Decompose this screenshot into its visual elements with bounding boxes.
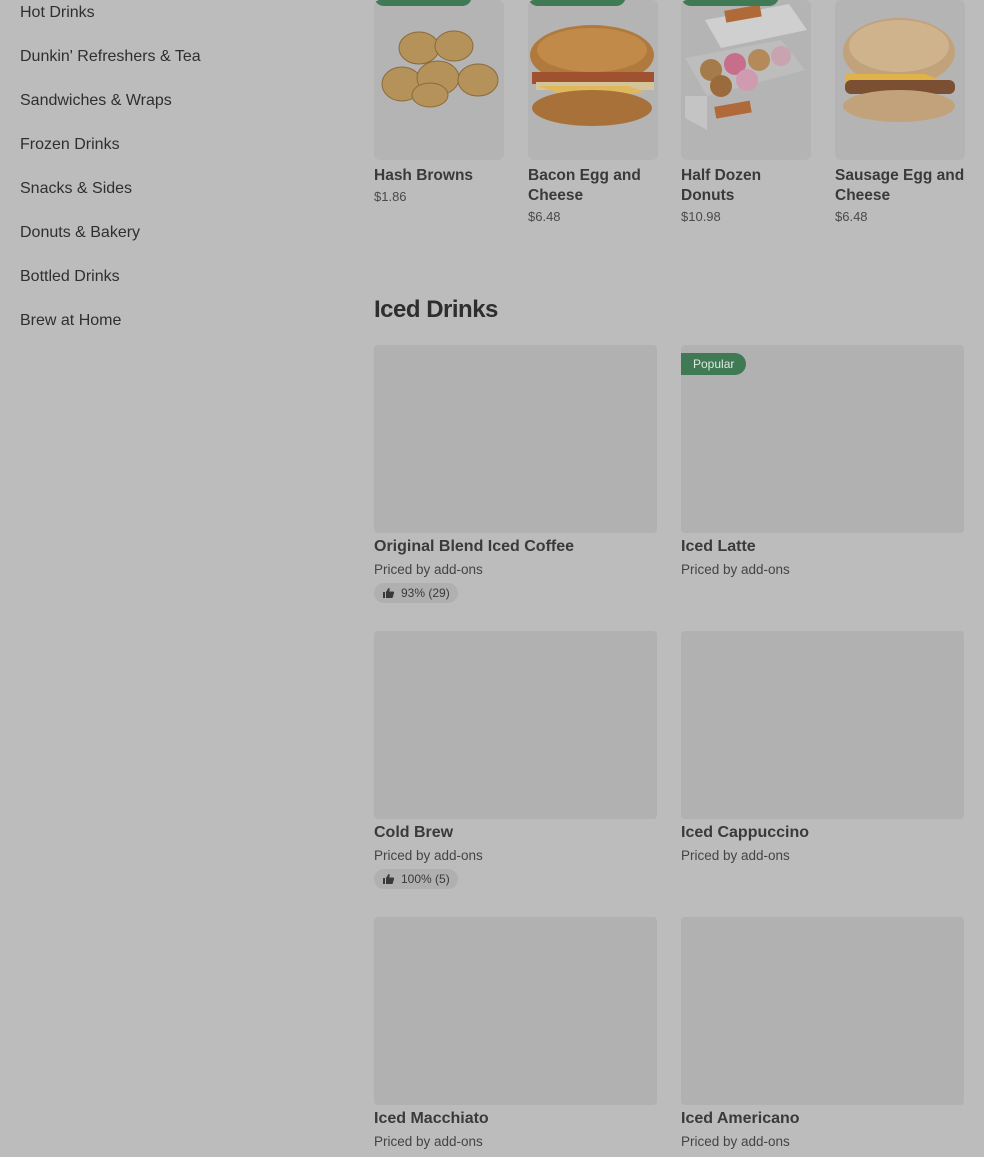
item-price: $10.98 — [681, 209, 721, 224]
featured-item-sausage-egg-cheese[interactable]: Sausage Egg and Cheese $6.48 — [835, 0, 965, 224]
item-name: Iced Americano — [681, 1110, 800, 1127]
donut-box-image — [685, 4, 807, 130]
item-image — [528, 0, 658, 160]
popular-badge: Popular — [681, 353, 747, 375]
sidebar-item-brew-at-home[interactable]: Brew at Home — [20, 312, 121, 330]
menu-item-cold-brew[interactable]: Cold Brew Priced by add-ons 100% (5) — [374, 631, 657, 890]
rating-text: 100% (5) — [401, 872, 450, 886]
item-image — [374, 0, 504, 160]
item-image-placeholder — [681, 917, 964, 1105]
menu-item-original-blend-iced-coffee[interactable]: Original Blend Iced Coffee Priced by add… — [374, 345, 657, 604]
thumbs-up-icon — [383, 588, 395, 598]
item-name: Cold Brew — [374, 824, 454, 841]
menu-item-iced-cappuccino[interactable]: Iced Cappuccino Priced by add-ons — [681, 631, 964, 863]
featured-item-hash-browns[interactable]: Hash Browns $1.86 — [374, 0, 504, 204]
sidebar-item-bottled-drinks[interactable]: Bottled Drinks — [20, 268, 120, 286]
hash-browns-image — [381, 30, 499, 108]
item-name: Iced Cappuccino — [681, 824, 810, 841]
item-price-note: Priced by add-ons — [681, 1134, 790, 1149]
item-price-note: Priced by add-ons — [374, 848, 483, 863]
rating-badge: 93% (29) — [374, 583, 458, 603]
item-name: Half Dozen Donuts — [681, 167, 762, 204]
item-name: Iced Latte — [681, 538, 756, 555]
rating-text: 93% (29) — [401, 586, 450, 600]
item-image — [835, 0, 965, 160]
item-name: Bacon Egg and Cheese — [528, 167, 641, 204]
item-price: $6.48 — [835, 209, 868, 224]
item-image-placeholder — [374, 631, 657, 819]
thumbs-up-icon — [383, 874, 395, 884]
menu-item-iced-macchiato[interactable]: Iced Macchiato Priced by add-ons — [374, 917, 657, 1149]
item-price-note: Priced by add-ons — [374, 562, 483, 577]
item-image — [681, 0, 811, 160]
sidebar-item-sandwiches-wraps[interactable]: Sandwiches & Wraps — [20, 92, 172, 110]
item-price: $6.48 — [528, 209, 561, 224]
item-image-placeholder — [374, 917, 657, 1105]
item-price: $1.86 — [374, 189, 407, 204]
item-name: Original Blend Iced Coffee — [374, 538, 575, 555]
badge — [681, 0, 779, 6]
item-price-note: Priced by add-ons — [681, 848, 790, 863]
menu-item-iced-americano[interactable]: Iced Americano Priced by add-ons — [681, 917, 964, 1149]
menu-item-iced-latte[interactable]: Popular Iced Latte Priced by add-ons — [681, 345, 964, 577]
bagel-sandwich-image — [530, 25, 654, 126]
item-price-note: Priced by add-ons — [374, 1134, 483, 1149]
item-image-placeholder — [681, 631, 964, 819]
sidebar-item-donuts-bakery[interactable]: Donuts & Bakery — [20, 224, 140, 242]
sidebar-item-snacks-sides[interactable]: Snacks & Sides — [20, 180, 132, 198]
badge — [528, 0, 626, 6]
item-image-placeholder: Popular — [681, 345, 964, 533]
featured-item-half-dozen-donuts[interactable]: Half Dozen Donuts $10.98 — [681, 0, 811, 224]
item-name: Hash Browns — [374, 167, 474, 184]
rating-badge: 100% (5) — [374, 869, 458, 889]
badge — [374, 0, 472, 6]
section-title: Iced Drinks — [374, 296, 498, 323]
sidebar-item-frozen-drinks[interactable]: Frozen Drinks — [20, 136, 120, 154]
featured-item-bacon-egg-cheese[interactable]: Bacon Egg and Cheese $6.48 — [528, 0, 658, 224]
sausage-sandwich-image — [843, 18, 955, 122]
sidebar-item-refreshers-tea[interactable]: Dunkin' Refreshers & Tea — [20, 48, 201, 66]
sidebar-item-hot-drinks[interactable]: Hot Drinks — [20, 4, 95, 22]
item-price-note: Priced by add-ons — [681, 562, 790, 577]
item-name: Iced Macchiato — [374, 1110, 489, 1127]
item-image-placeholder — [374, 345, 657, 533]
item-name: Sausage Egg and Cheese — [835, 167, 965, 204]
